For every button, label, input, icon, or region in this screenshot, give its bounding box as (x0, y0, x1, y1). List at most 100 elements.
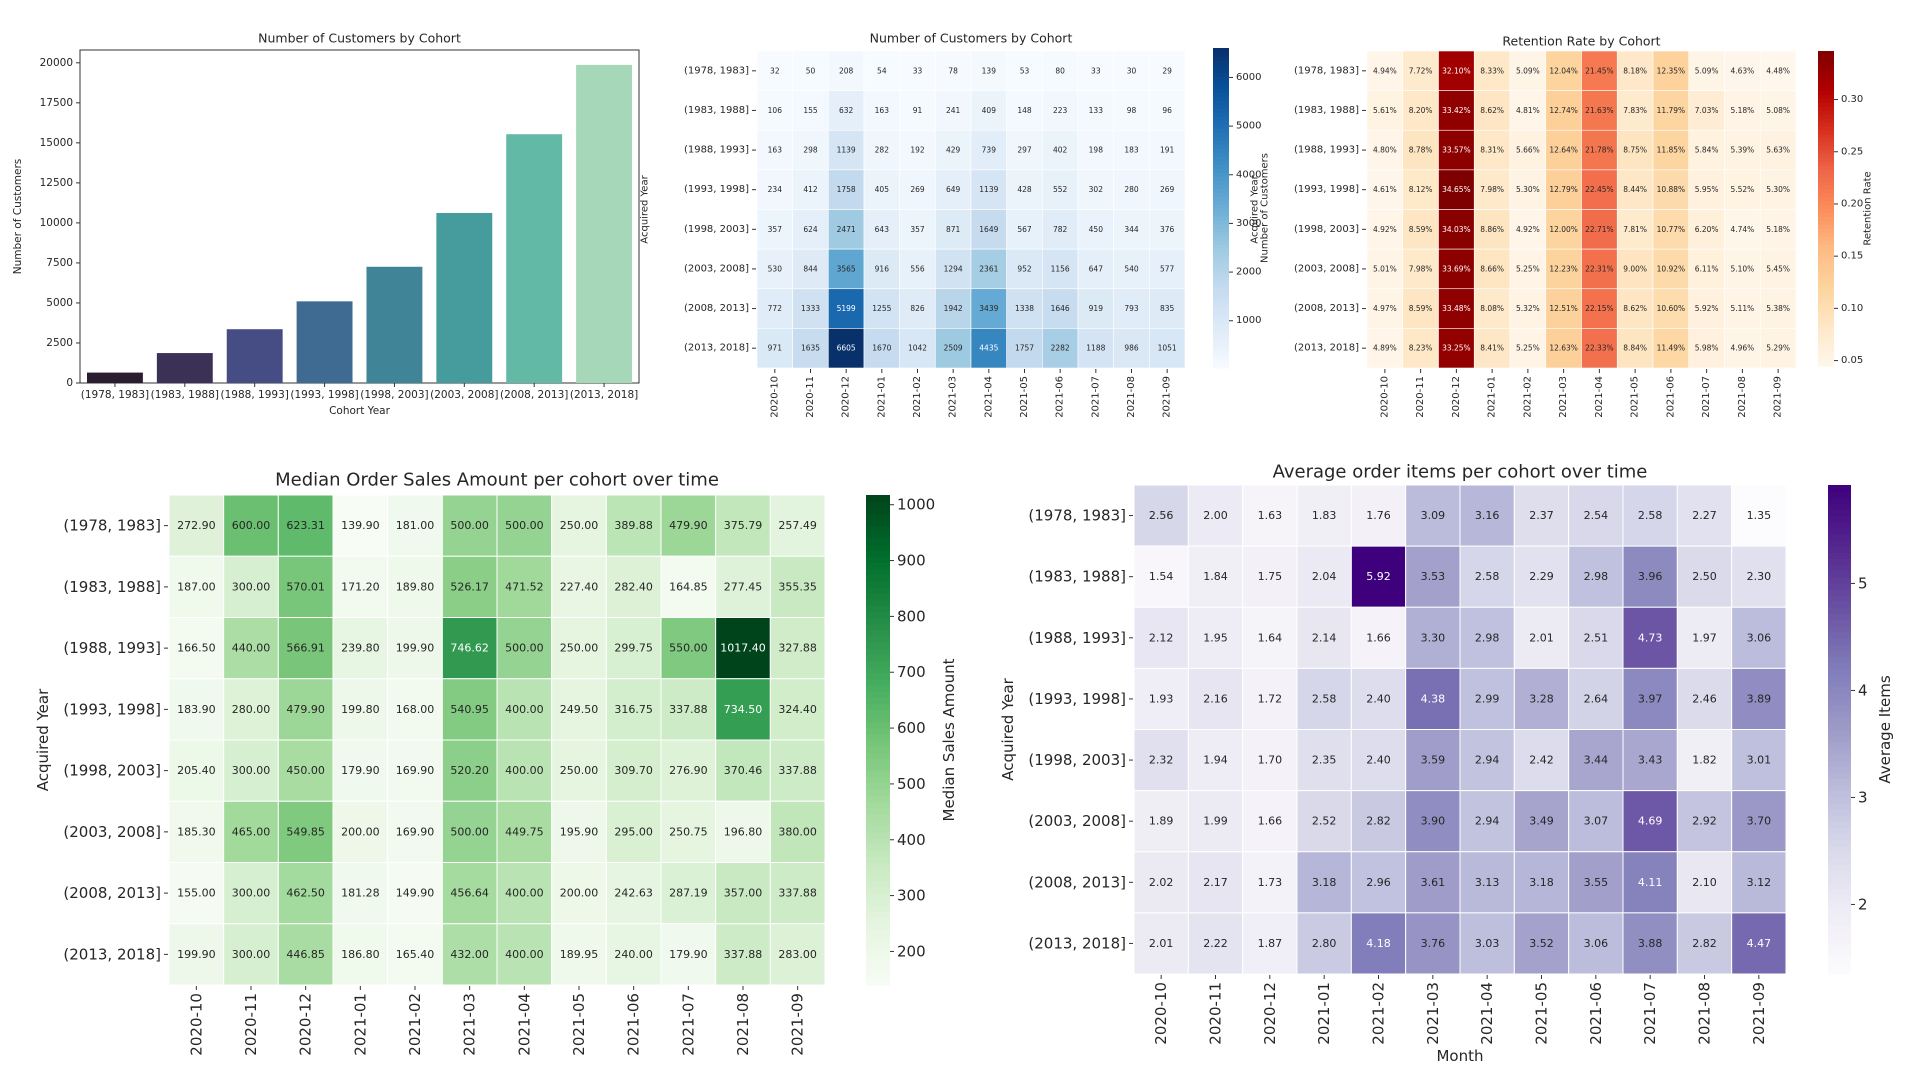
colorbar-gradient-segment (1213, 284, 1229, 289)
colorbar-gradient-segment (1828, 588, 1851, 596)
cell-value: 577 (1160, 264, 1175, 273)
cell-value: 21.78% (1585, 146, 1614, 155)
cell-value: 4.48% (1766, 66, 1790, 75)
colorbar-gradient-segment (1213, 272, 1229, 277)
colorbar-gradient-segment (1828, 656, 1851, 663)
colorbar-gradient-segment (1213, 340, 1229, 345)
cell-value: 2361 (979, 264, 998, 273)
colorbar-gradient-segment (866, 697, 890, 704)
cell-value: 22.45% (1585, 185, 1614, 194)
colorbar-gradient-segment (1818, 267, 1834, 273)
colorbar-gradient-segment (1818, 350, 1834, 355)
items-y-axis-label: Acquired Year (999, 677, 1017, 780)
cell-value: 1942 (944, 304, 963, 313)
y-tick-label: (1988, 1993] (1294, 145, 1359, 156)
colorbar-gradient-segment (866, 660, 890, 668)
colorbar-gradient-segment (866, 923, 890, 931)
cell-value: 1294 (944, 264, 963, 273)
colorbar-gradient-segment (1828, 735, 1851, 743)
y-tick-label: (2008, 2013] (63, 884, 161, 902)
x-tick-label: 2020-12 (841, 376, 852, 418)
cell-value: 3.03 (1475, 937, 1500, 950)
colorbar-gradient-segment (1818, 314, 1834, 320)
cell-value: 526.17 (450, 580, 489, 593)
colorbar-gradient-segment (1818, 326, 1834, 332)
cell-value: 456.64 (450, 887, 489, 900)
cell-value: 163 (768, 146, 783, 155)
colorbar-gradient-segment (1828, 802, 1851, 810)
colorbar-gradient-segment (1818, 66, 1834, 72)
cell-value: 276.90 (669, 764, 708, 777)
colorbar-gradient-segment (866, 574, 890, 582)
colorbar-gradient-segment (866, 936, 890, 943)
cell-value: 12.79% (1549, 185, 1578, 194)
cell-value: 2.40 (1366, 692, 1391, 705)
cell-value: 3.12 (1747, 876, 1772, 889)
colorbar-gradient-segment (1828, 747, 1851, 755)
colorbar-gradient-segment (1818, 184, 1834, 190)
x-tick-label: 2021-01 (1487, 376, 1498, 418)
cell-value: 2.82 (1692, 937, 1717, 950)
customers-title: Number of Customers by Cohort (870, 31, 1073, 46)
cell-value: 4.97% (1373, 304, 1397, 313)
colorbar-gradient-segment (1818, 228, 1834, 233)
cell-value: 5.08% (1766, 106, 1790, 115)
cell-value: 8.20% (1409, 106, 1433, 115)
colorbar-gradient-segment (866, 880, 890, 888)
x-tick-label: 2021-02 (406, 993, 424, 1056)
cell-value: 250.00 (560, 642, 599, 655)
colorbar-gradient-segment (1828, 717, 1851, 724)
colorbar-gradient-segment (1213, 104, 1229, 109)
colorbar-gradient-segment (1213, 64, 1229, 69)
colorbar-gradient-segment (1818, 145, 1834, 151)
cell-value: 4.11 (1638, 876, 1663, 889)
cell-value: 10.88% (1657, 185, 1686, 194)
cell-value: 189.80 (396, 580, 435, 593)
x-tick-label: 2021-09 (1750, 982, 1768, 1045)
x-tick-label: 2021-03 (948, 376, 959, 418)
x-tick-label: 2021-02 (1370, 982, 1388, 1045)
cell-value: 337.88 (778, 887, 817, 900)
cell-value: 432.00 (450, 948, 489, 961)
colorbar-gradient-segment (1213, 280, 1229, 285)
colorbar-gradient-segment (866, 629, 890, 637)
colorbar-gradient-segment (866, 782, 890, 790)
cell-value: 199.90 (396, 642, 435, 655)
cell-value: 826 (910, 304, 925, 313)
cell-value: 7.98% (1480, 185, 1504, 194)
cell-value: 33.25% (1442, 344, 1471, 353)
cell-value: 169.90 (396, 825, 435, 838)
cell-value: 165.40 (396, 948, 435, 961)
colorbar-gradient-segment (1818, 271, 1834, 277)
y-tick-label: (1988, 1993] (684, 145, 749, 156)
y-tick-label: (2003, 2008] (63, 823, 161, 841)
cell-value: 2.92 (1692, 815, 1717, 828)
colorbar-gradient-segment (1213, 116, 1229, 121)
x-tick-label: 2021-01 (351, 993, 369, 1056)
cell-value: 169.90 (396, 764, 435, 777)
cell-value: 327.88 (778, 642, 817, 655)
cell-value: 295.00 (614, 825, 653, 838)
colorbar-gradient-segment (1828, 766, 1851, 773)
y-tick-label: (1993, 1998] (684, 184, 749, 195)
cell-value: 32 (770, 66, 780, 75)
colorbar-gradient-segment (1818, 232, 1834, 237)
cell-value: 952 (1017, 264, 1032, 273)
colorbar-gradient-segment (1213, 360, 1229, 365)
cell-value: 300.00 (232, 764, 271, 777)
cell-value: 567 (1017, 225, 1032, 234)
cell-value: 21.63% (1585, 106, 1614, 115)
cell-value: 1.64 (1258, 631, 1283, 644)
colorbar-gradient-segment (1818, 322, 1834, 328)
cell-value: 5.25% (1516, 264, 1540, 273)
cell-value: 8.33% (1480, 66, 1504, 75)
colorbar-gradient-segment (1213, 132, 1229, 137)
cell-value: 250.00 (560, 519, 599, 532)
colorbar-gradient-segment (1828, 833, 1851, 841)
cell-value: 98 (1127, 106, 1137, 115)
colorbar-gradient-segment (1818, 259, 1834, 265)
colorbar-gradient-segment (1213, 100, 1229, 105)
cell-value: 10.60% (1657, 304, 1686, 313)
y-tick-label: (1983, 1988] (63, 578, 161, 596)
colorbar-gradient-segment (866, 544, 890, 551)
